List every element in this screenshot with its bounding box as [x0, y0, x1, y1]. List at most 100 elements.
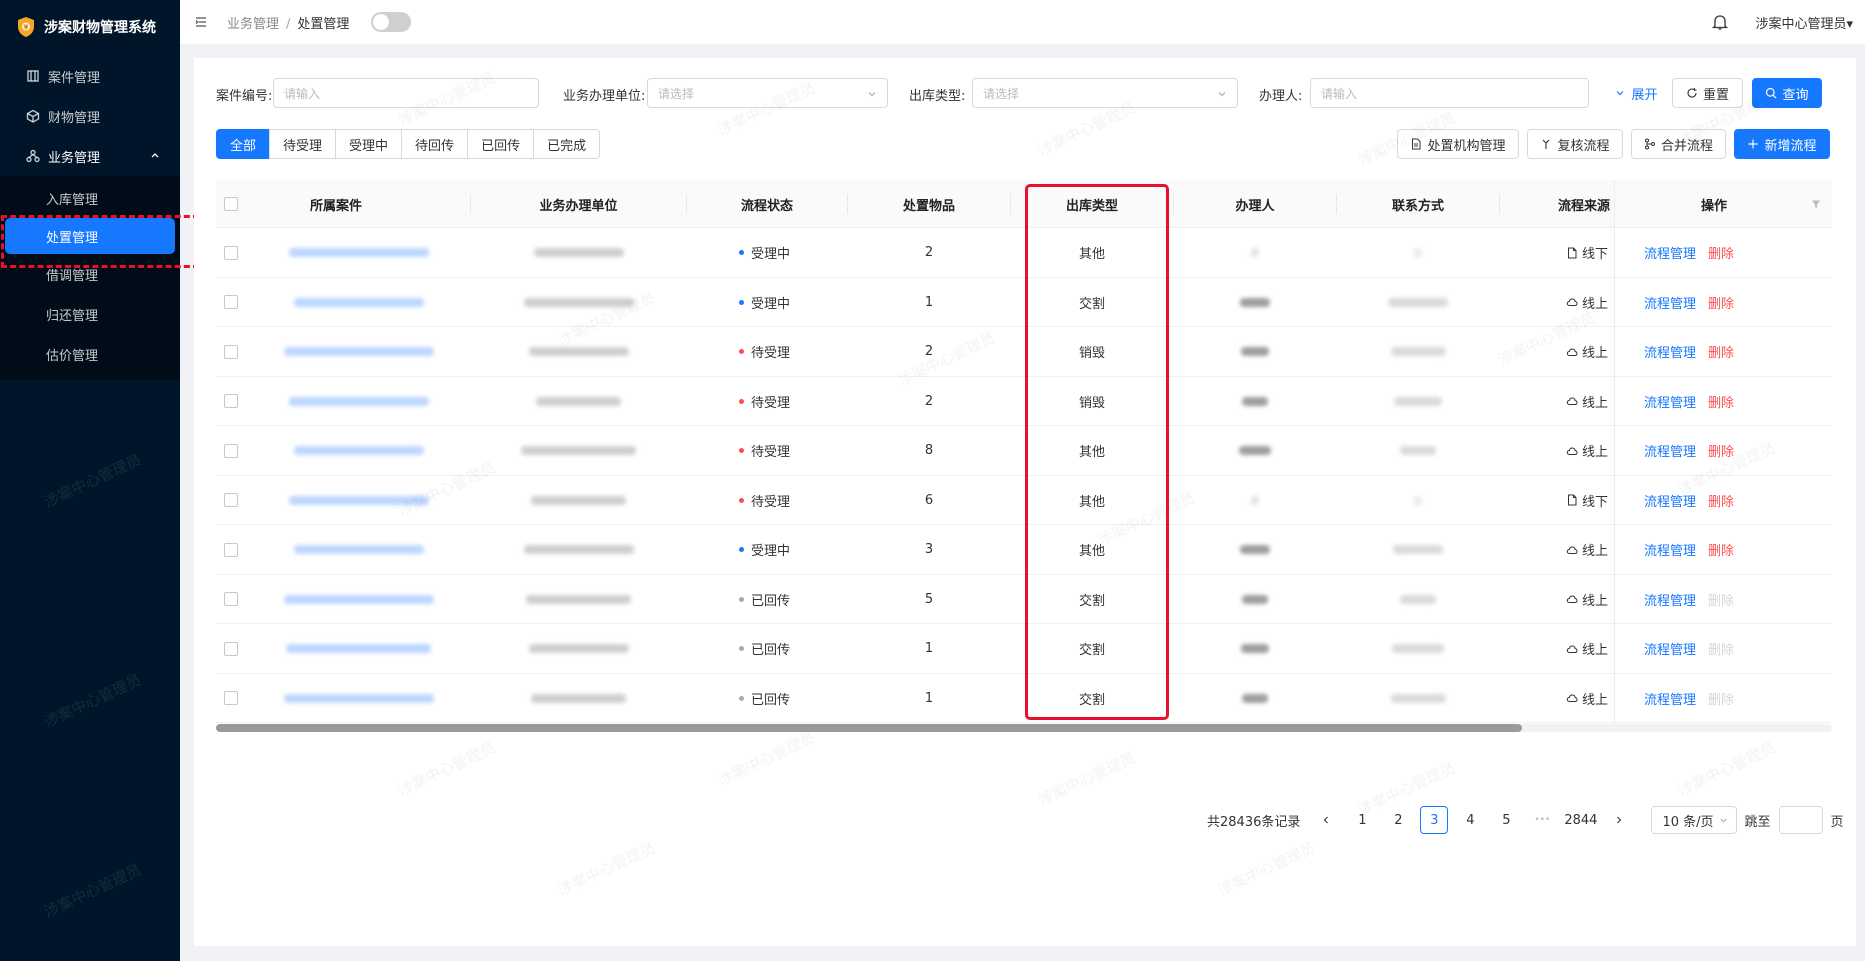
- page-2[interactable]: 2: [1384, 806, 1412, 834]
- page-last[interactable]: 2844: [1564, 806, 1597, 834]
- case-link-redacted[interactable]: [288, 495, 429, 505]
- prev-page-button[interactable]: [1312, 806, 1340, 834]
- menu-fold-icon[interactable]: [195, 16, 207, 28]
- flow-manage-link[interactable]: 流程管理: [1644, 293, 1696, 312]
- flow-manage-link[interactable]: 流程管理: [1644, 491, 1696, 510]
- delete-link[interactable]: 删除: [1708, 441, 1734, 460]
- row-checkbox[interactable]: [224, 394, 238, 408]
- horizontal-scrollbar[interactable]: [216, 724, 1832, 732]
- table-row[interactable]: 已回传 1 交割 线上 流程管理 删除: [216, 624, 1832, 674]
- table-row[interactable]: 待受理 6 其他 线下 流程管理 删除: [216, 476, 1832, 525]
- case-link-redacted[interactable]: [293, 446, 424, 455]
- delete-link[interactable]: 删除: [1708, 491, 1734, 510]
- table-row[interactable]: 待受理 8 其他 线上 流程管理 删除: [216, 426, 1832, 476]
- next-page-button[interactable]: [1605, 806, 1633, 834]
- reset-button[interactable]: 重置: [1672, 78, 1743, 108]
- scrollbar-thumb[interactable]: [216, 724, 1522, 732]
- row-checkbox[interactable]: [224, 295, 238, 309]
- sidebar-item-case[interactable]: 案件管理: [0, 56, 180, 96]
- page-4[interactable]: 4: [1456, 806, 1484, 834]
- review-flow-button[interactable]: 复核流程: [1527, 129, 1623, 159]
- merge-flow-button[interactable]: 合并流程: [1631, 129, 1726, 159]
- case-link-redacted[interactable]: [288, 248, 429, 257]
- tab-all[interactable]: 全部: [216, 129, 271, 159]
- page-size-select[interactable]: 10 条/页: [1651, 806, 1737, 834]
- case-link-redacted[interactable]: [293, 297, 424, 307]
- row-checkbox[interactable]: [224, 691, 238, 705]
- flow-manage-link[interactable]: 流程管理: [1644, 342, 1696, 361]
- table-row[interactable]: 待受理 2 销毁 线上 流程管理 删除: [216, 327, 1832, 377]
- flow-manage-link[interactable]: 流程管理: [1644, 392, 1696, 411]
- case-link-redacted[interactable]: [283, 693, 434, 703]
- sidebar-item-inbound[interactable]: 入库管理: [0, 178, 180, 218]
- row-checkbox[interactable]: [224, 443, 238, 458]
- out-type-select[interactable]: 请选择: [972, 78, 1238, 108]
- case-link-redacted[interactable]: [288, 396, 429, 406]
- unit-select[interactable]: 请选择: [647, 78, 888, 108]
- row-checkbox[interactable]: [224, 542, 238, 557]
- watermark: 涉案中心管理员: [41, 860, 145, 922]
- table-row[interactable]: 待受理 2 销毁 线上 流程管理 删除: [216, 377, 1832, 426]
- tab-pending[interactable]: 待受理: [269, 129, 337, 159]
- actions-cell: 流程管理 删除: [1614, 525, 1814, 574]
- status-dot: [739, 695, 744, 701]
- flow-manage-link[interactable]: 流程管理: [1644, 540, 1696, 559]
- case-link-redacted[interactable]: [283, 594, 434, 604]
- page-1[interactable]: 1: [1348, 806, 1376, 834]
- tab-completed[interactable]: 已完成: [533, 129, 601, 159]
- delete-link[interactable]: 删除: [1708, 243, 1734, 262]
- theme-toggle[interactable]: [371, 12, 412, 32]
- row-checkbox[interactable]: [224, 344, 238, 359]
- new-flow-button[interactable]: 新增流程: [1734, 129, 1830, 159]
- highlight-red-box: [1025, 184, 1169, 720]
- row-checkbox[interactable]: [224, 245, 238, 260]
- row-checkbox[interactable]: [224, 641, 238, 656]
- table-row[interactable]: 受理中 3 其他 线上 流程管理 删除: [216, 525, 1832, 575]
- delete-link[interactable]: 删除: [1708, 392, 1734, 411]
- source-cell: 线上: [1500, 674, 1614, 723]
- page-ellipsis[interactable]: •••: [1528, 806, 1556, 834]
- flow-manage-link[interactable]: 流程管理: [1644, 689, 1696, 708]
- page-5[interactable]: 5: [1492, 806, 1520, 834]
- handler-input[interactable]: 请输入: [1310, 78, 1589, 108]
- query-button[interactable]: 查询: [1752, 78, 1822, 108]
- delete-link: 删除: [1708, 692, 1735, 708]
- case-link-redacted[interactable]: [286, 644, 431, 653]
- flow-manage-link[interactable]: 流程管理: [1644, 639, 1696, 658]
- sidebar-group-business[interactable]: 业务管理: [0, 136, 180, 176]
- jump-page-input[interactable]: [1778, 806, 1823, 834]
- breadcrumb-current: 处置管理: [297, 16, 350, 32]
- flow-manage-link[interactable]: 流程管理: [1644, 243, 1696, 262]
- flow-manage-link[interactable]: 流程管理: [1644, 441, 1696, 460]
- table-row[interactable]: 受理中 2 其他 线下 流程管理 删除: [216, 228, 1832, 278]
- sidebar-item-return[interactable]: 归还管理: [0, 294, 180, 334]
- delete-link[interactable]: 删除: [1708, 540, 1734, 559]
- table-row[interactable]: 受理中 1 交割 线上 流程管理 删除: [216, 278, 1832, 327]
- bell-icon[interactable]: [1711, 13, 1729, 31]
- page-3[interactable]: 3: [1420, 806, 1449, 834]
- org-manage-button[interactable]: 处置机构管理: [1397, 129, 1519, 159]
- tab-awaiting-return[interactable]: 待回传: [401, 129, 469, 159]
- table-row[interactable]: 已回传 1 交割 线上 流程管理 删除: [216, 674, 1832, 723]
- case-no-input[interactable]: 请输入: [273, 78, 539, 108]
- sidebar-item-property[interactable]: 财物管理: [0, 96, 180, 136]
- row-checkbox[interactable]: [224, 592, 238, 606]
- flow-manage-link[interactable]: 流程管理: [1644, 590, 1696, 609]
- filter-icon[interactable]: [1811, 199, 1821, 209]
- tab-returned[interactable]: 已回传: [467, 129, 535, 159]
- row-checkbox[interactable]: [224, 493, 238, 507]
- case-link-redacted[interactable]: [293, 545, 424, 554]
- user-menu[interactable]: 涉案中心管理员▾: [1755, 13, 1853, 32]
- actions-cell: 流程管理 删除: [1614, 377, 1814, 426]
- placeholder: 请选择: [658, 86, 695, 101]
- tab-processing[interactable]: 受理中: [335, 129, 403, 159]
- case-link-redacted[interactable]: [283, 347, 434, 356]
- breadcrumb-item[interactable]: 业务管理: [227, 17, 279, 32]
- delete-link[interactable]: 删除: [1708, 293, 1734, 312]
- select-all-checkbox[interactable]: [224, 197, 238, 211]
- case-cell: [246, 228, 471, 277]
- delete-link[interactable]: 删除: [1708, 342, 1734, 361]
- sidebar-item-valuation[interactable]: 估价管理: [0, 334, 180, 374]
- expand-button[interactable]: 展开: [1611, 78, 1661, 108]
- table-row[interactable]: 已回传 5 交割 线上 流程管理 删除: [216, 575, 1832, 624]
